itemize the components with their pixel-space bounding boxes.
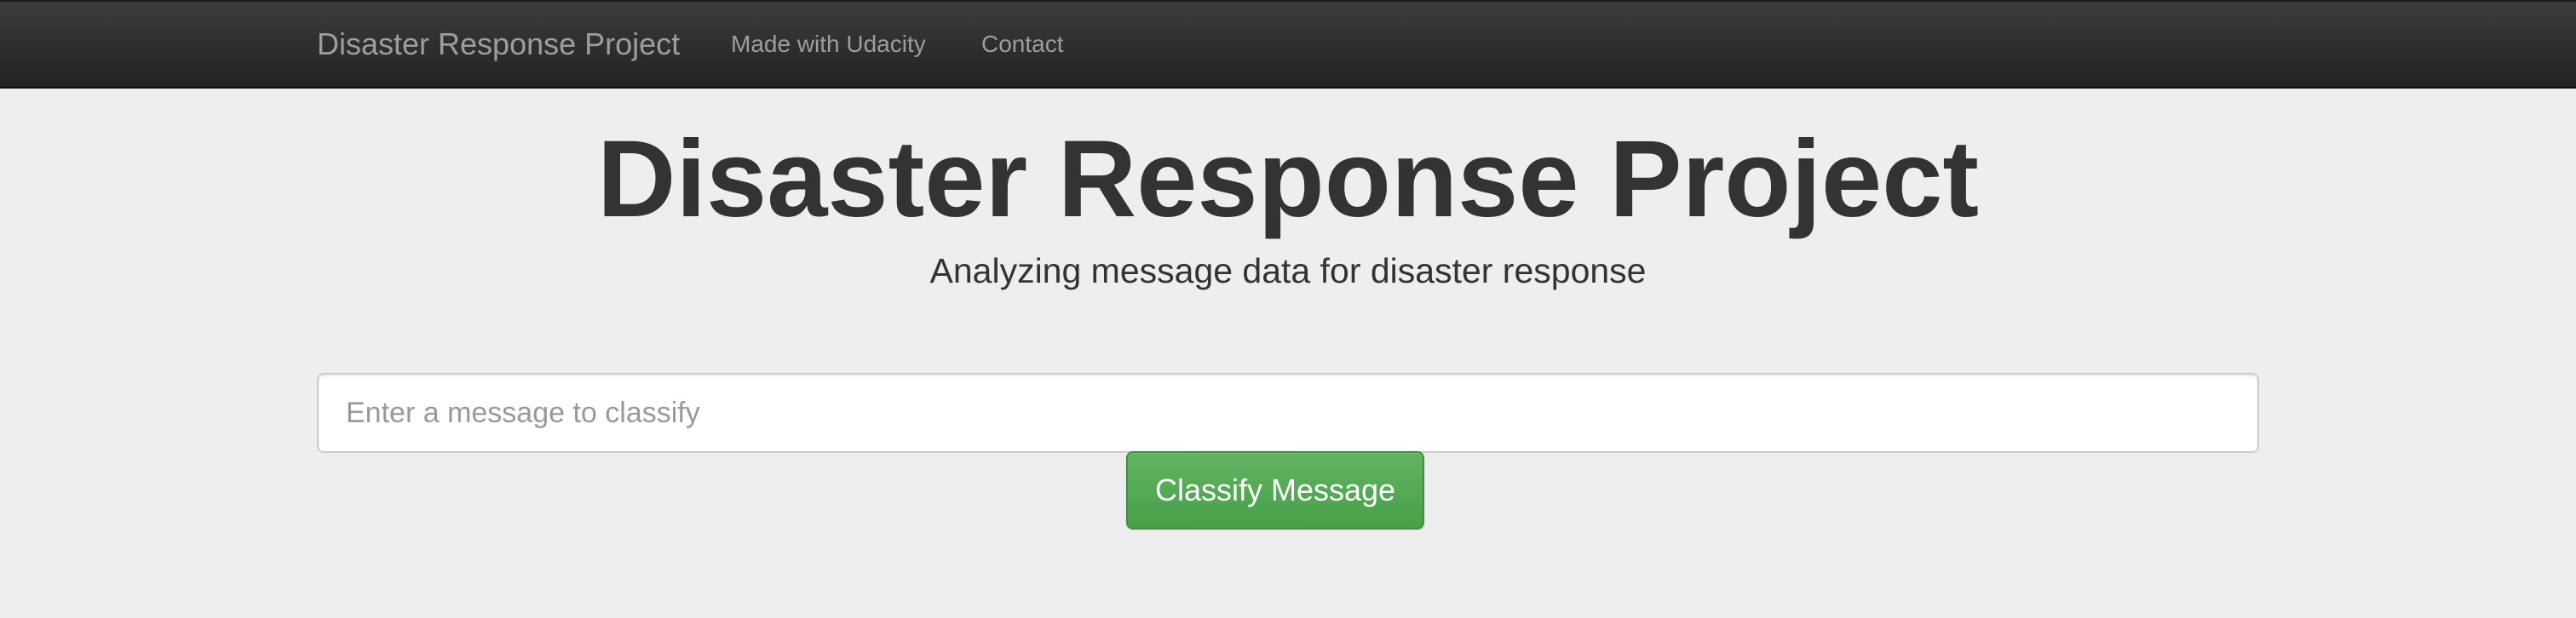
nav-link-made-with-udacity[interactable]: Made with Udacity (731, 31, 926, 58)
jumbotron: Disaster Response Project Analyzing mess… (0, 89, 2576, 618)
message-input[interactable] (317, 373, 2259, 453)
navbar-brand-link[interactable]: Disaster Response Project (317, 26, 680, 62)
nav-link-contact[interactable]: Contact (981, 31, 1064, 58)
page-title: Disaster Response Project (597, 118, 1979, 240)
classify-message-button[interactable]: Classify Message (1126, 451, 1424, 529)
page-subtitle: Analyzing message data for disaster resp… (929, 251, 1647, 290)
top-navbar: Disaster Response Project Made with Udac… (0, 0, 2576, 89)
